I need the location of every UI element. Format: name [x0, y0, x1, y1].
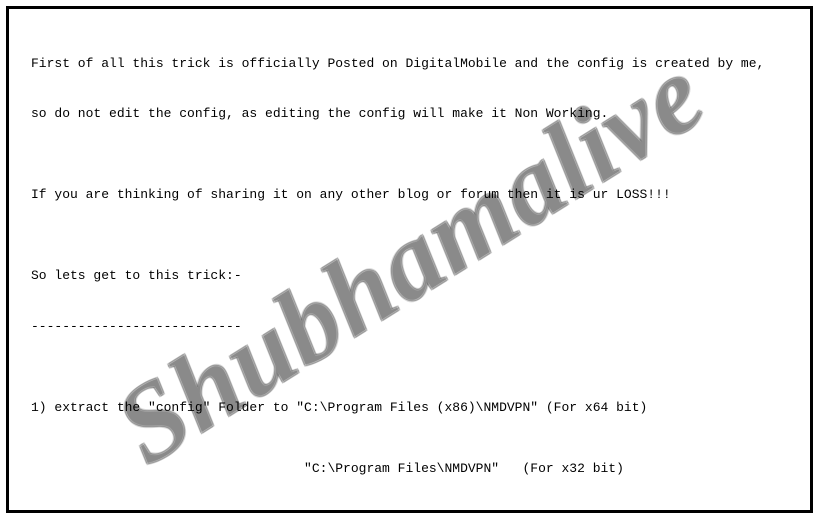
document-body: First of all this trick is officially Po… — [31, 23, 788, 513]
intro-line-1: First of all this trick is officially Po… — [31, 56, 788, 72]
lets-get-heading: So lets get to this trick:- — [31, 268, 788, 284]
share-warning: If you are thinking of sharing it on any… — [31, 187, 788, 203]
step-1b: "C:\Program Files\NMDVPN" (For x32 bit) — [31, 461, 788, 477]
intro-line-2: so do not edit the config, as editing th… — [31, 106, 788, 122]
step-1: 1) extract the "config" Folder to "C:\Pr… — [31, 400, 788, 416]
document-frame: Shubhamalive First of all this trick is … — [6, 6, 813, 513]
dashed-divider: --------------------------- — [31, 319, 788, 335]
